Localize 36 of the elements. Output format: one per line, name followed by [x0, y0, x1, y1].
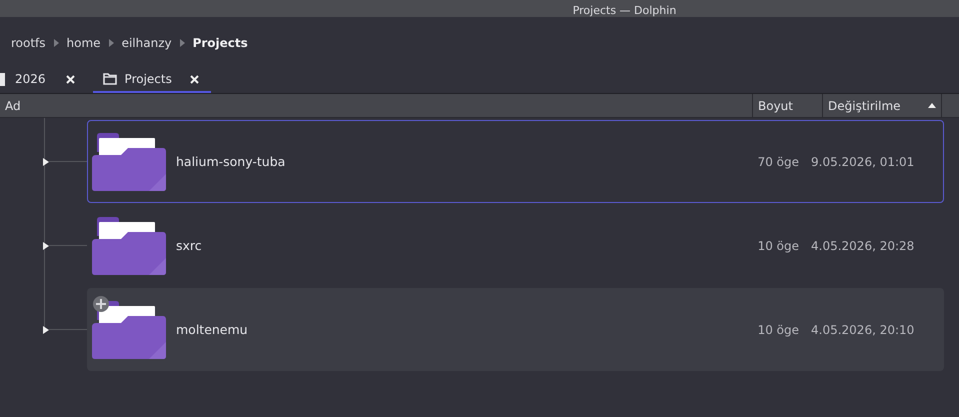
modified-date: 4.05.2026, 20:10 [811, 322, 916, 336]
chevron-icon [180, 39, 185, 47]
window-title: Projects — Dolphin [572, 4, 676, 17]
close-icon[interactable] [66, 74, 75, 84]
expand-arrow-icon[interactable] [43, 242, 49, 250]
breadcrumb-item[interactable]: home [66, 36, 101, 50]
breadcrumb-item[interactable]: eilhanzy [122, 36, 172, 50]
chevron-icon [54, 39, 59, 47]
expand-arrow-icon[interactable] [43, 326, 49, 334]
column-header[interactable]: Ad [0, 94, 753, 117]
folder-icon [102, 73, 117, 85]
file-size: 70 öge [756, 154, 799, 168]
close-icon[interactable] [190, 74, 199, 84]
file-icon [0, 72, 5, 86]
expand-arrow-icon[interactable] [43, 158, 49, 166]
folder-icon [91, 300, 167, 360]
file-size: 10 öge [756, 322, 799, 336]
file-row[interactable]: moltenemu 10 öge 4.05.2026, 20:10 [87, 288, 944, 371]
file-row[interactable]: sxrc 10 öge 4.05.2026, 20:28 [87, 204, 944, 287]
add-icon[interactable] [93, 296, 109, 312]
file-name: halium-sony-tuba [176, 154, 286, 169]
tab[interactable]: 2026 [0, 67, 93, 93]
chevron-icon [108, 39, 114, 47]
column-header[interactable]: Değiştirilme [823, 94, 942, 117]
sort-arrow-icon [928, 103, 936, 108]
column-header[interactable]: Boyut [753, 94, 823, 117]
folder-icon [91, 216, 167, 276]
modified-date: 9.05.2026, 01:01 [811, 154, 916, 168]
breadcrumb-item[interactable]: Projects [192, 36, 248, 50]
breadcrumb-item[interactable]: rootfs [11, 36, 46, 50]
folder-icon [91, 132, 167, 192]
file-size: 10 öge [756, 238, 799, 252]
modified-date: 4.05.2026, 20:28 [811, 238, 916, 252]
file-name: moltenemu [176, 322, 249, 337]
file-row[interactable]: halium-sony-tuba 70 öge 9.05.2026, 01:01 [87, 120, 944, 203]
file-name: sxrc [176, 238, 203, 253]
